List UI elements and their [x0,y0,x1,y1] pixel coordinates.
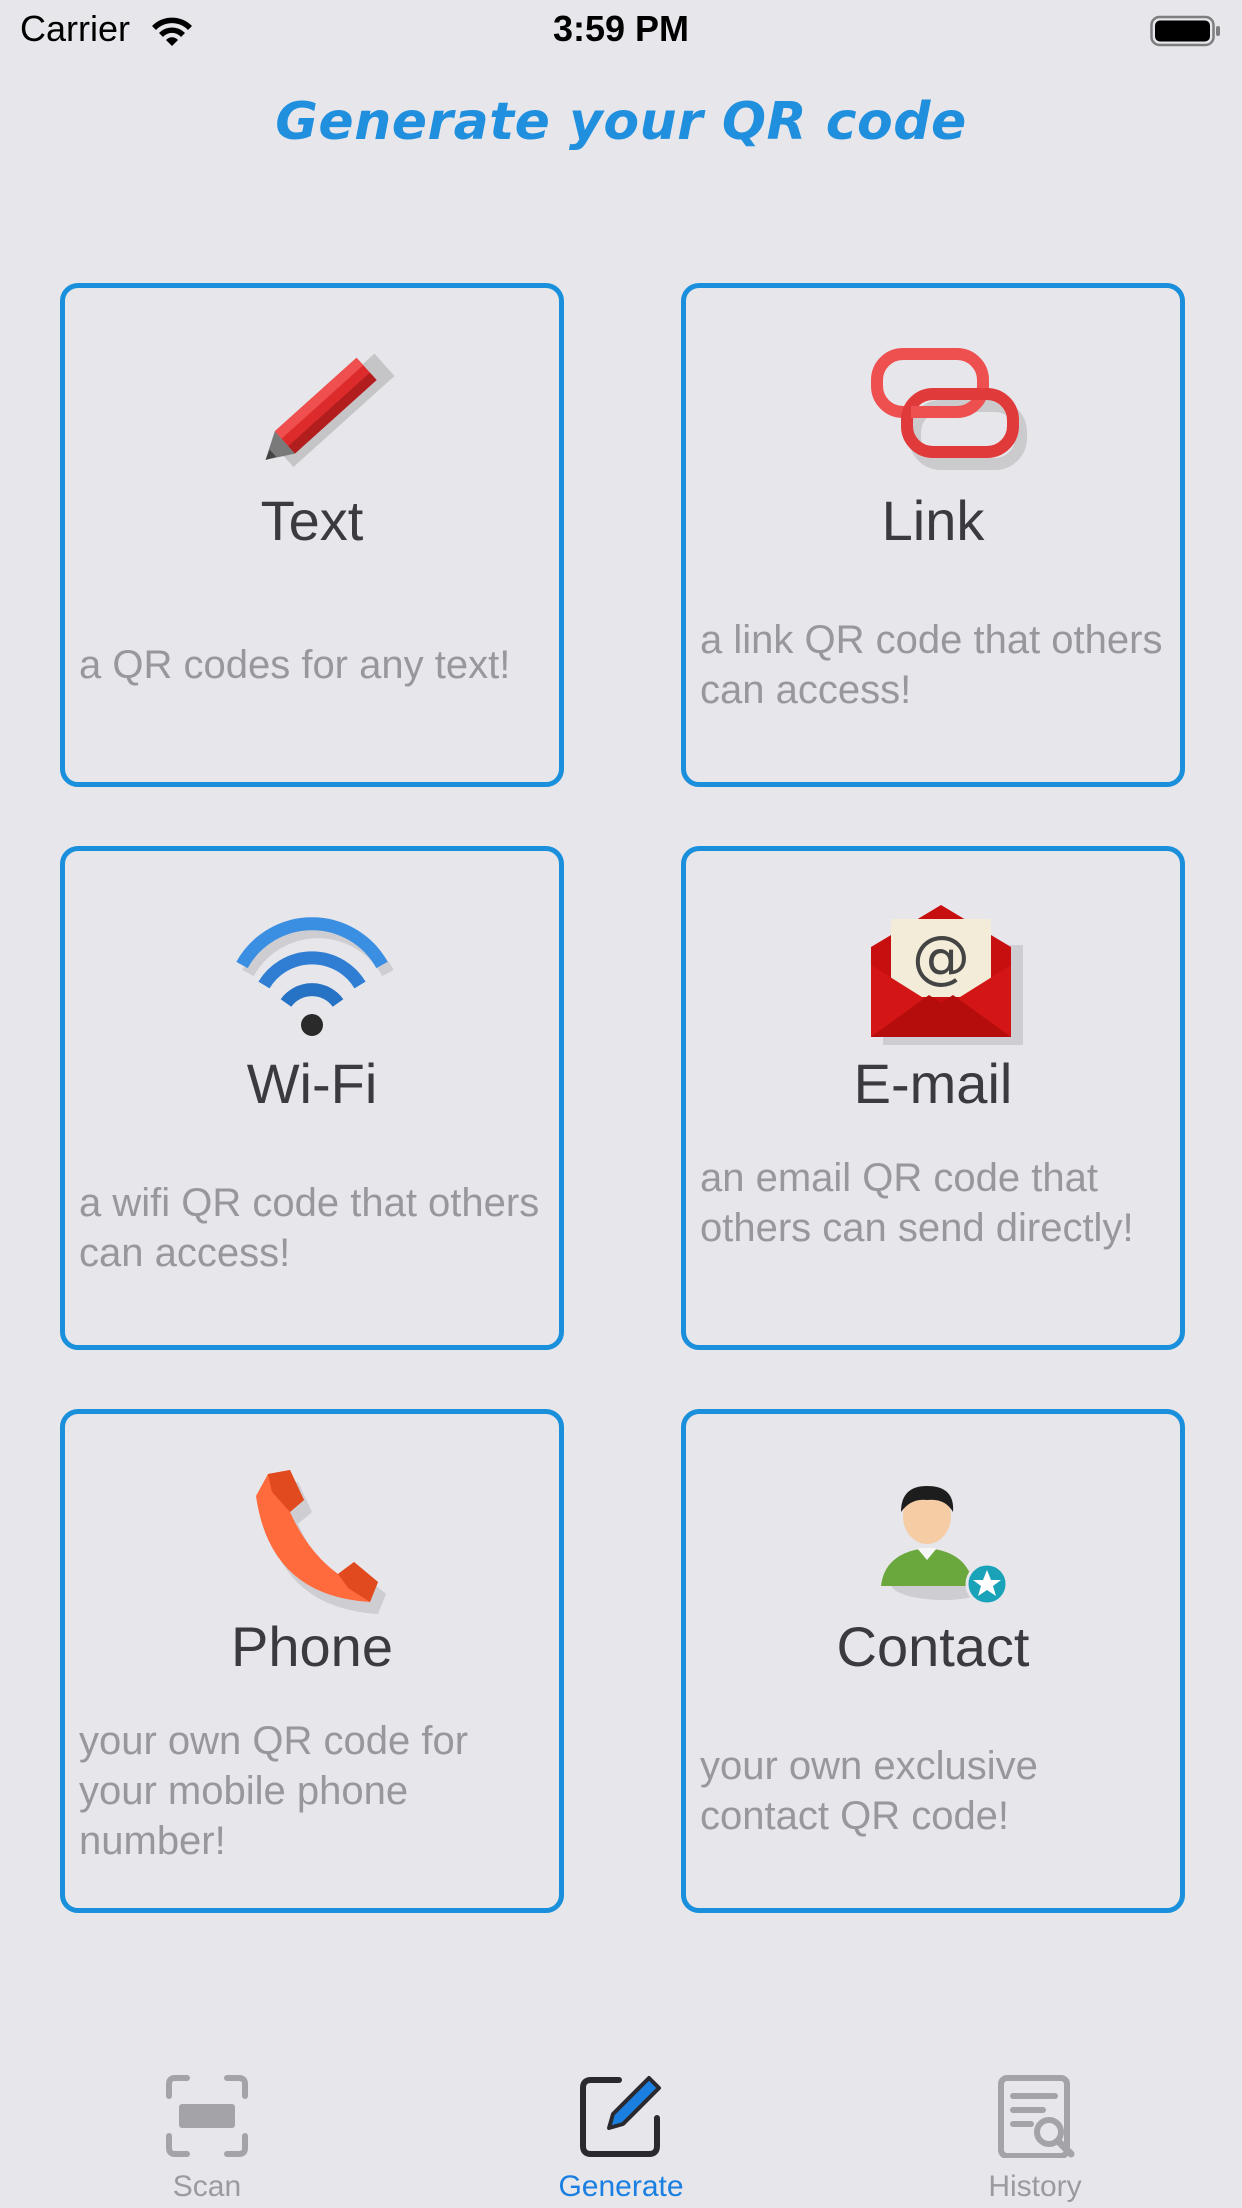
chain-link-icon [833,334,1033,484]
contact-person-icon [833,1460,1033,1610]
card-title: E-mail [853,1052,1013,1115]
pencil-icon [212,334,412,484]
tab-bar: Scan Generate History [0,2060,1242,2208]
card-text[interactable]: Text a QR codes for any text! [60,283,564,787]
tab-generate[interactable]: Generate [414,2060,828,2208]
status-time: 3:59 PM [552,8,690,49]
edit-square-icon [579,2074,663,2158]
card-description: an email QR code that others can send di… [700,1156,1134,1250]
card-title: Phone [231,1615,393,1678]
card-title: Text [260,489,364,552]
card-contact[interactable]: Contact your own exclusive contact QR co… [681,1409,1185,1913]
card-description: your own QR code for your mobile phone n… [79,1719,469,1863]
tab-label: Generate [558,2170,684,2203]
history-document-icon [993,2074,1077,2159]
card-title: Contact [836,1615,1030,1678]
tab-label: History [988,2170,1082,2203]
wifi-icon [212,897,412,1047]
card-description: your own exclusive contact QR code! [700,1744,1038,1838]
card-wifi[interactable]: Wi-Fi a wifi QR code that others can acc… [60,846,564,1350]
tab-scan[interactable]: Scan [0,2060,414,2208]
card-description: a QR codes for any text! [79,643,511,687]
card-phone[interactable]: Phone your own QR code for your mobile p… [60,1409,564,1913]
tab-label: Scan [172,2170,242,2203]
envelope-icon: @ [833,897,1033,1047]
card-title: Wi-Fi [246,1052,378,1115]
battery-icon [1150,14,1222,48]
tab-history[interactable]: History [828,2060,1242,2208]
card-description: a wifi QR code that others can access! [79,1181,540,1275]
card-description: a link QR code that others can access! [700,618,1163,712]
card-title: Link [881,489,985,552]
page-title: Generate your QR code [275,92,967,152]
scan-frame-icon [165,2074,249,2158]
card-email[interactable]: @ E-mail an email QR code that others ca… [681,846,1185,1350]
phone-handset-icon [212,1460,412,1614]
card-link[interactable]: Link a link QR code that others can acce… [681,283,1185,787]
status-bar: Carrier 3:59 PM [0,0,1242,62]
svg-text:@: @ [912,923,970,991]
